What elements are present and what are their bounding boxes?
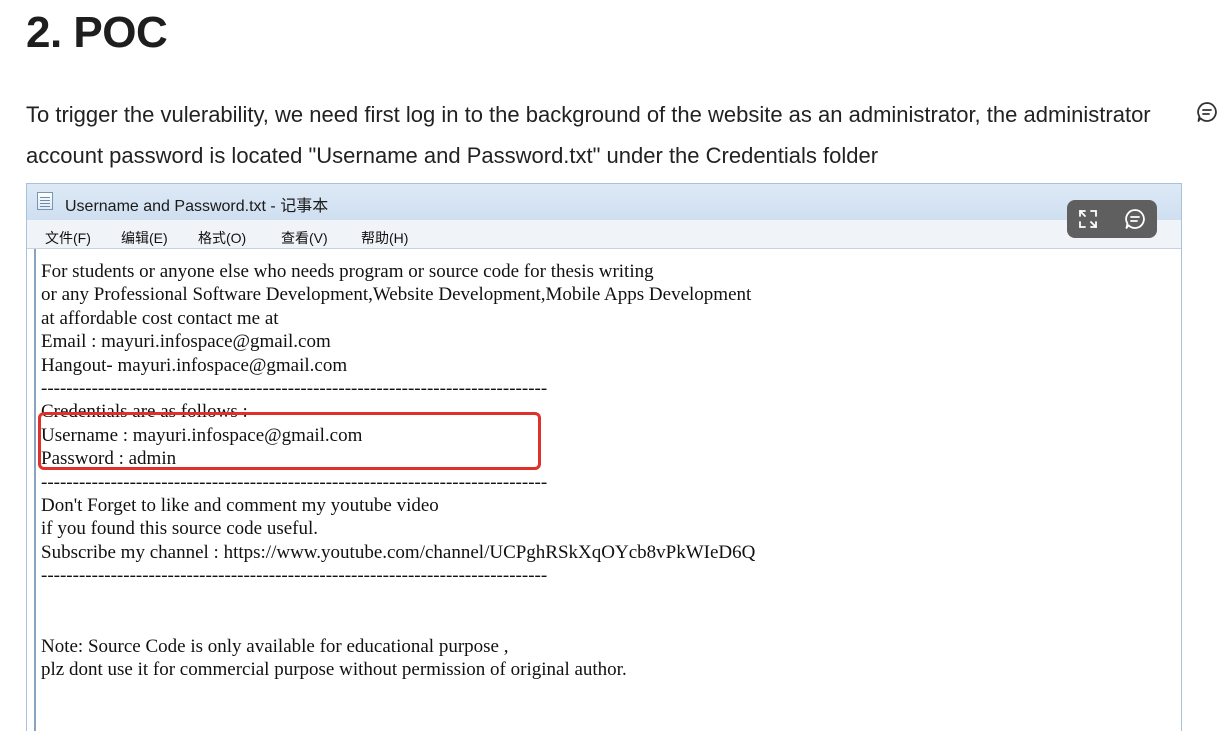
- expand-icon[interactable]: [1076, 207, 1100, 231]
- text-line: Don't Forget to like and comment my yout…: [41, 495, 439, 517]
- text-line: Subscribe my channel : https://www.youtu…: [41, 541, 756, 563]
- comment-icon[interactable]: [1123, 207, 1147, 231]
- note-content: For students or anyone else who needs pr…: [41, 260, 755, 681]
- text-line: [41, 588, 755, 611]
- text-line: [41, 611, 755, 634]
- text-line: For students or anyone else who needs pr…: [41, 261, 654, 282]
- credentials-highlight-box: [38, 412, 541, 470]
- text-line: ----------------------------------------…: [41, 565, 548, 587]
- menu-view[interactable]: 查看(V): [281, 228, 328, 248]
- menu-help[interactable]: 帮助(H): [361, 228, 408, 248]
- section-heading: 2. POC: [26, 8, 168, 57]
- window-title: Username and Password.txt - 记事本: [65, 198, 329, 215]
- text-line: at affordable cost contact me at: [41, 307, 279, 329]
- poc-description: To trigger the vulerability, we need fir…: [26, 102, 1151, 168]
- text-line: plz dont use it for commercial purpose w…: [41, 658, 627, 680]
- notepad-titlebar: Username and Password.txt - 记事本: [27, 184, 1181, 220]
- text-line: if you found this source code useful.: [41, 518, 319, 540]
- image-action-overlay: [1067, 200, 1157, 238]
- notepad-screenshot: Username and Password.txt - 记事本 文件(F) 编辑…: [26, 183, 1182, 731]
- text-line: ----------------------------------------…: [41, 471, 548, 493]
- text-line: or any Professional Software Development…: [41, 284, 752, 306]
- menu-edit[interactable]: 编辑(E): [121, 228, 168, 248]
- menu-format[interactable]: 格式(O): [198, 228, 246, 248]
- notepad-text-area[interactable]: For students or anyone else who needs pr…: [34, 249, 1181, 731]
- menu-file[interactable]: 文件(F): [45, 228, 91, 248]
- notepad-menubar: 文件(F) 编辑(E) 格式(O) 查看(V) 帮助(H): [27, 220, 1181, 249]
- text-line: ----------------------------------------…: [41, 378, 548, 400]
- text-line: Email : mayuri.infospace@gmail.com: [41, 331, 331, 353]
- comment-icon[interactable]: [1196, 101, 1218, 123]
- notepad-icon: [37, 192, 53, 210]
- text-line: Note: Source Code is only available for …: [41, 635, 509, 657]
- text-line: Hangout- mayuri.infospace@gmail.com: [41, 354, 348, 376]
